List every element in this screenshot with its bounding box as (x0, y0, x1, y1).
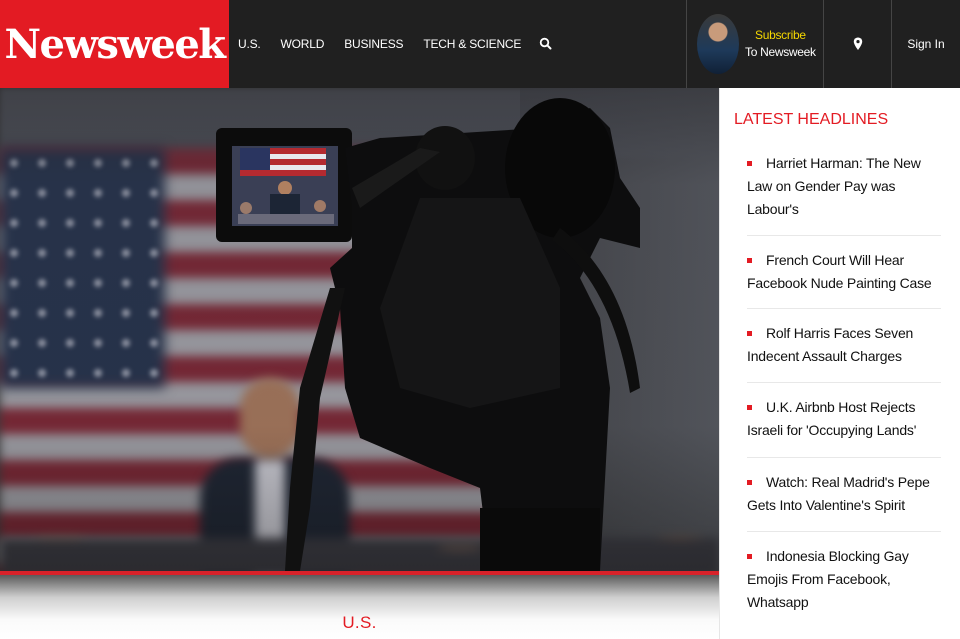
hero-image[interactable] (0, 88, 719, 571)
video-camera-silhouette (216, 98, 640, 571)
subscribe-button[interactable]: Subscribe To Newsweek (686, 0, 824, 88)
headline-item[interactable]: Rolf Harris Faces Seven Indecent Assault… (747, 309, 941, 383)
main-nav: U.S. WORLD BUSINESS TECH & SCIENCE (229, 0, 554, 88)
headline-item[interactable]: Watch: Real Madrid's Pepe Gets Into Vale… (747, 458, 941, 532)
top-navigation-bar: Newsweek U.S. WORLD BUSINESS TECH & SCIE… (0, 0, 960, 88)
headline-list: Harriet Harman: The New Law on Gender Pa… (747, 152, 941, 627)
bullet-icon (747, 161, 752, 166)
logo-text: Newsweek (4, 20, 226, 68)
bullet-icon (747, 554, 752, 559)
headline-item[interactable]: Indonesia Blocking Gay Emojis From Faceb… (747, 532, 941, 627)
headline-text[interactable]: Harriet Harman: The New Law on Gender Pa… (747, 152, 941, 221)
magazine-cover-thumbnail (697, 14, 739, 74)
bullet-icon (747, 480, 752, 485)
latest-headlines-sidebar: LATEST HEADLINES Harriet Harman: The New… (719, 88, 960, 639)
bullet-icon (747, 258, 752, 263)
nav-item-us[interactable]: U.S. (238, 37, 261, 51)
nav-item-business[interactable]: BUSINESS (344, 37, 403, 51)
headline-text[interactable]: Rolf Harris Faces Seven Indecent Assault… (747, 322, 941, 368)
subscribe-text: Subscribe To Newsweek (745, 27, 816, 61)
subscribe-line2: To Newsweek (745, 45, 816, 59)
section-label[interactable]: U.S. (0, 613, 719, 633)
headline-text[interactable]: Watch: Real Madrid's Pepe Gets Into Vale… (747, 471, 941, 517)
map-pin-icon (853, 37, 862, 50)
search-icon[interactable] (538, 36, 554, 52)
bullet-icon (747, 405, 752, 410)
nav-item-tech-science[interactable]: TECH & SCIENCE (423, 37, 521, 51)
headline-text[interactable]: U.K. Airbnb Host Rejects Israeli for 'Oc… (747, 396, 941, 442)
headline-item[interactable]: French Court Will Hear Facebook Nude Pai… (747, 236, 941, 309)
sidebar-title: LATEST HEADLINES (734, 111, 889, 128)
subscribe-line1: Subscribe (755, 28, 806, 42)
bullet-icon (747, 331, 752, 336)
headline-item[interactable]: Harriet Harman: The New Law on Gender Pa… (747, 152, 941, 236)
nav-item-world[interactable]: WORLD (281, 37, 325, 51)
headline-item[interactable]: U.K. Airbnb Host Rejects Israeli for 'Oc… (747, 383, 941, 458)
headline-text[interactable]: Indonesia Blocking Gay Emojis From Faceb… (747, 545, 941, 614)
newsweek-logo[interactable]: Newsweek (0, 0, 229, 88)
sign-in-link[interactable]: Sign In (892, 0, 960, 88)
headline-text[interactable]: French Court Will Hear Facebook Nude Pai… (747, 249, 941, 295)
location-button[interactable] (824, 0, 892, 88)
